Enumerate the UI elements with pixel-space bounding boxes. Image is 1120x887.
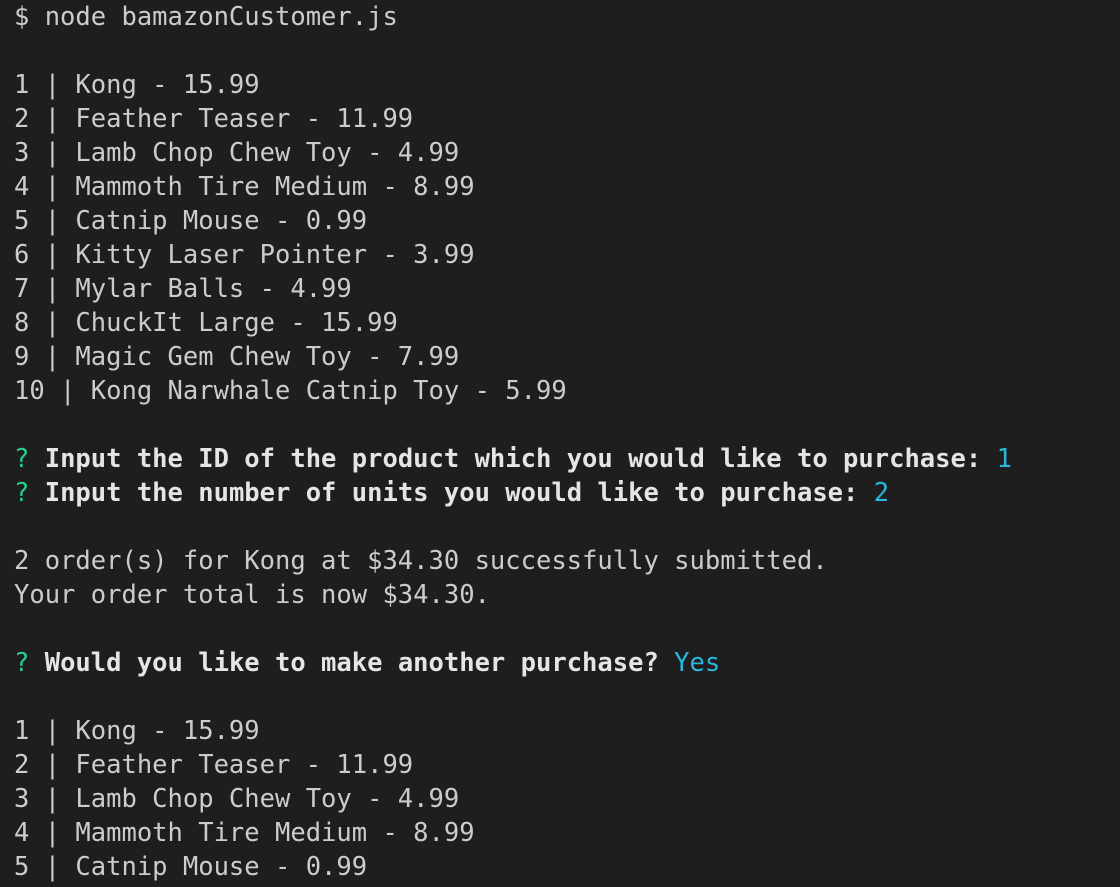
prompt-answer: 2 bbox=[873, 478, 890, 508]
product-row: 7 | Mylar Balls - 4.99 bbox=[14, 274, 352, 304]
product-row: 4 | Mammoth Tire Medium - 8.99 bbox=[14, 818, 475, 848]
prompt-units: ? Input the number of units you would li… bbox=[14, 476, 1120, 510]
terminal-window[interactable]: $ node bamazonCustomer.js 1 | Kong - 15.… bbox=[0, 0, 1120, 887]
product-row: 9 | Magic Gem Chew Toy - 7.99 bbox=[14, 342, 460, 372]
order-total: Your order total is now $34.30. bbox=[14, 580, 490, 610]
product-row: 5 | Catnip Mouse - 0.99 bbox=[14, 852, 368, 882]
product-row: 3 | Lamb Chop Chew Toy - 4.99 bbox=[14, 138, 460, 168]
product-list-1: 1 | Kong - 15.99 2 | Feather Teaser - 11… bbox=[14, 68, 1120, 408]
prompt-product-id: ? Input the ID of the product which you … bbox=[14, 442, 1120, 476]
order-confirmation: 2 order(s) for Kong at $34.30 successful… bbox=[14, 546, 828, 576]
prompt-question: Input the ID of the product which you wo… bbox=[44, 444, 982, 474]
prompt-answer: Yes bbox=[674, 648, 721, 678]
prompt-marker: ? bbox=[14, 478, 30, 508]
product-row: 3 | Lamb Chop Chew Toy - 4.99 bbox=[14, 784, 460, 814]
product-row: 4 | Mammoth Tire Medium - 8.99 bbox=[14, 172, 475, 202]
product-row: 1 | Kong - 15.99 bbox=[14, 716, 260, 746]
prompt-answer: 1 bbox=[996, 444, 1012, 474]
product-row: 8 | ChuckIt Large - 15.99 bbox=[14, 308, 398, 338]
command-line: $ node bamazonCustomer.js bbox=[14, 2, 398, 32]
prompt-question: Input the number of units you would like… bbox=[44, 478, 859, 508]
product-row: 5 | Catnip Mouse - 0.99 bbox=[14, 206, 368, 236]
product-row: 1 | Kong - 15.99 bbox=[14, 70, 260, 100]
product-row: 6 | Kitty Laser Pointer - 3.99 bbox=[14, 240, 475, 270]
product-row: 2 | Feather Teaser - 11.99 bbox=[14, 104, 414, 134]
prompt-marker: ? bbox=[14, 648, 30, 678]
prompt-question: Would you like to make another purchase? bbox=[44, 648, 659, 678]
prompt-another-purchase: ? Would you like to make another purchas… bbox=[14, 646, 1120, 680]
product-list-2: 1 | Kong - 15.99 2 | Feather Teaser - 11… bbox=[14, 714, 1120, 884]
prompt-marker: ? bbox=[14, 444, 30, 474]
product-row: 10 | Kong Narwhale Catnip Toy - 5.99 bbox=[14, 376, 567, 406]
product-row: 2 | Feather Teaser - 11.99 bbox=[14, 750, 414, 780]
